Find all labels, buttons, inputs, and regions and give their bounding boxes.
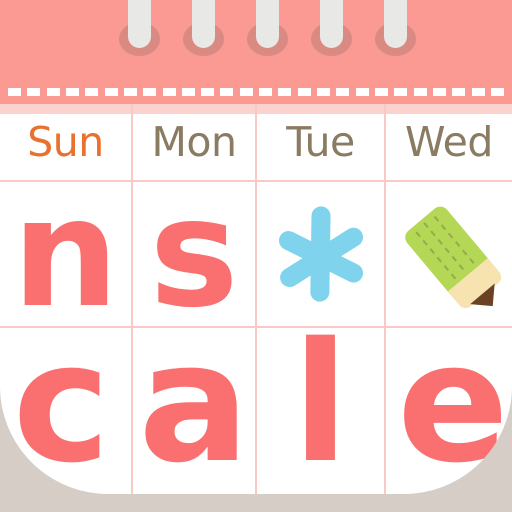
letter-n[interactable]: n: [0, 179, 131, 329]
binder-ring-5: [384, 0, 407, 48]
perf-dash: [259, 88, 273, 96]
perf-dash: [394, 88, 408, 96]
perf-dash: [278, 88, 292, 96]
perf-dash: [413, 88, 427, 96]
asterisk-icon[interactable]: [257, 182, 384, 326]
perf-dash: [162, 88, 176, 96]
binder-ring-1: [128, 0, 151, 48]
perf-dash: [85, 88, 99, 96]
perf-dash: [452, 88, 466, 96]
perf-dash: [181, 88, 195, 96]
perf-dash: [8, 88, 21, 96]
perf-dash: [239, 88, 253, 96]
perf-dash: [27, 88, 41, 96]
day-header-wed[interactable]: Wed: [386, 104, 512, 180]
perf-dash: [104, 88, 118, 96]
perf-dash: [374, 88, 388, 96]
calendar-body-card: Sun Mon Tue Wed n s c a l e: [0, 104, 512, 494]
perf-dash: [123, 88, 137, 96]
perf-dash: [143, 88, 157, 96]
perf-dash: [46, 88, 60, 96]
perf-dash: [220, 88, 234, 96]
binder-ring-4: [320, 0, 343, 48]
perforation-dashes: [0, 88, 512, 96]
pencil-icon[interactable]: [386, 182, 512, 326]
perf-dash: [490, 88, 504, 96]
letter-l[interactable]: l: [257, 320, 384, 485]
perf-dash: [201, 88, 215, 96]
perf-dash: [297, 88, 311, 96]
perf-dash: [317, 88, 330, 96]
binder-ring-2: [192, 0, 215, 48]
letter-e[interactable]: e: [390, 320, 512, 485]
perf-dash: [355, 88, 369, 96]
app-icon-canvas: Sun Mon Tue Wed n s c a l e: [0, 0, 512, 512]
letter-s[interactable]: s: [133, 179, 255, 329]
perf-dash: [432, 88, 446, 96]
letter-c[interactable]: c: [0, 320, 127, 485]
day-header-tue[interactable]: Tue: [257, 104, 384, 180]
perf-dash: [336, 88, 350, 96]
binder-ring-3: [256, 0, 279, 48]
perf-dash: [65, 88, 79, 96]
letter-a[interactable]: a: [133, 320, 255, 485]
perf-dash: [471, 88, 485, 96]
